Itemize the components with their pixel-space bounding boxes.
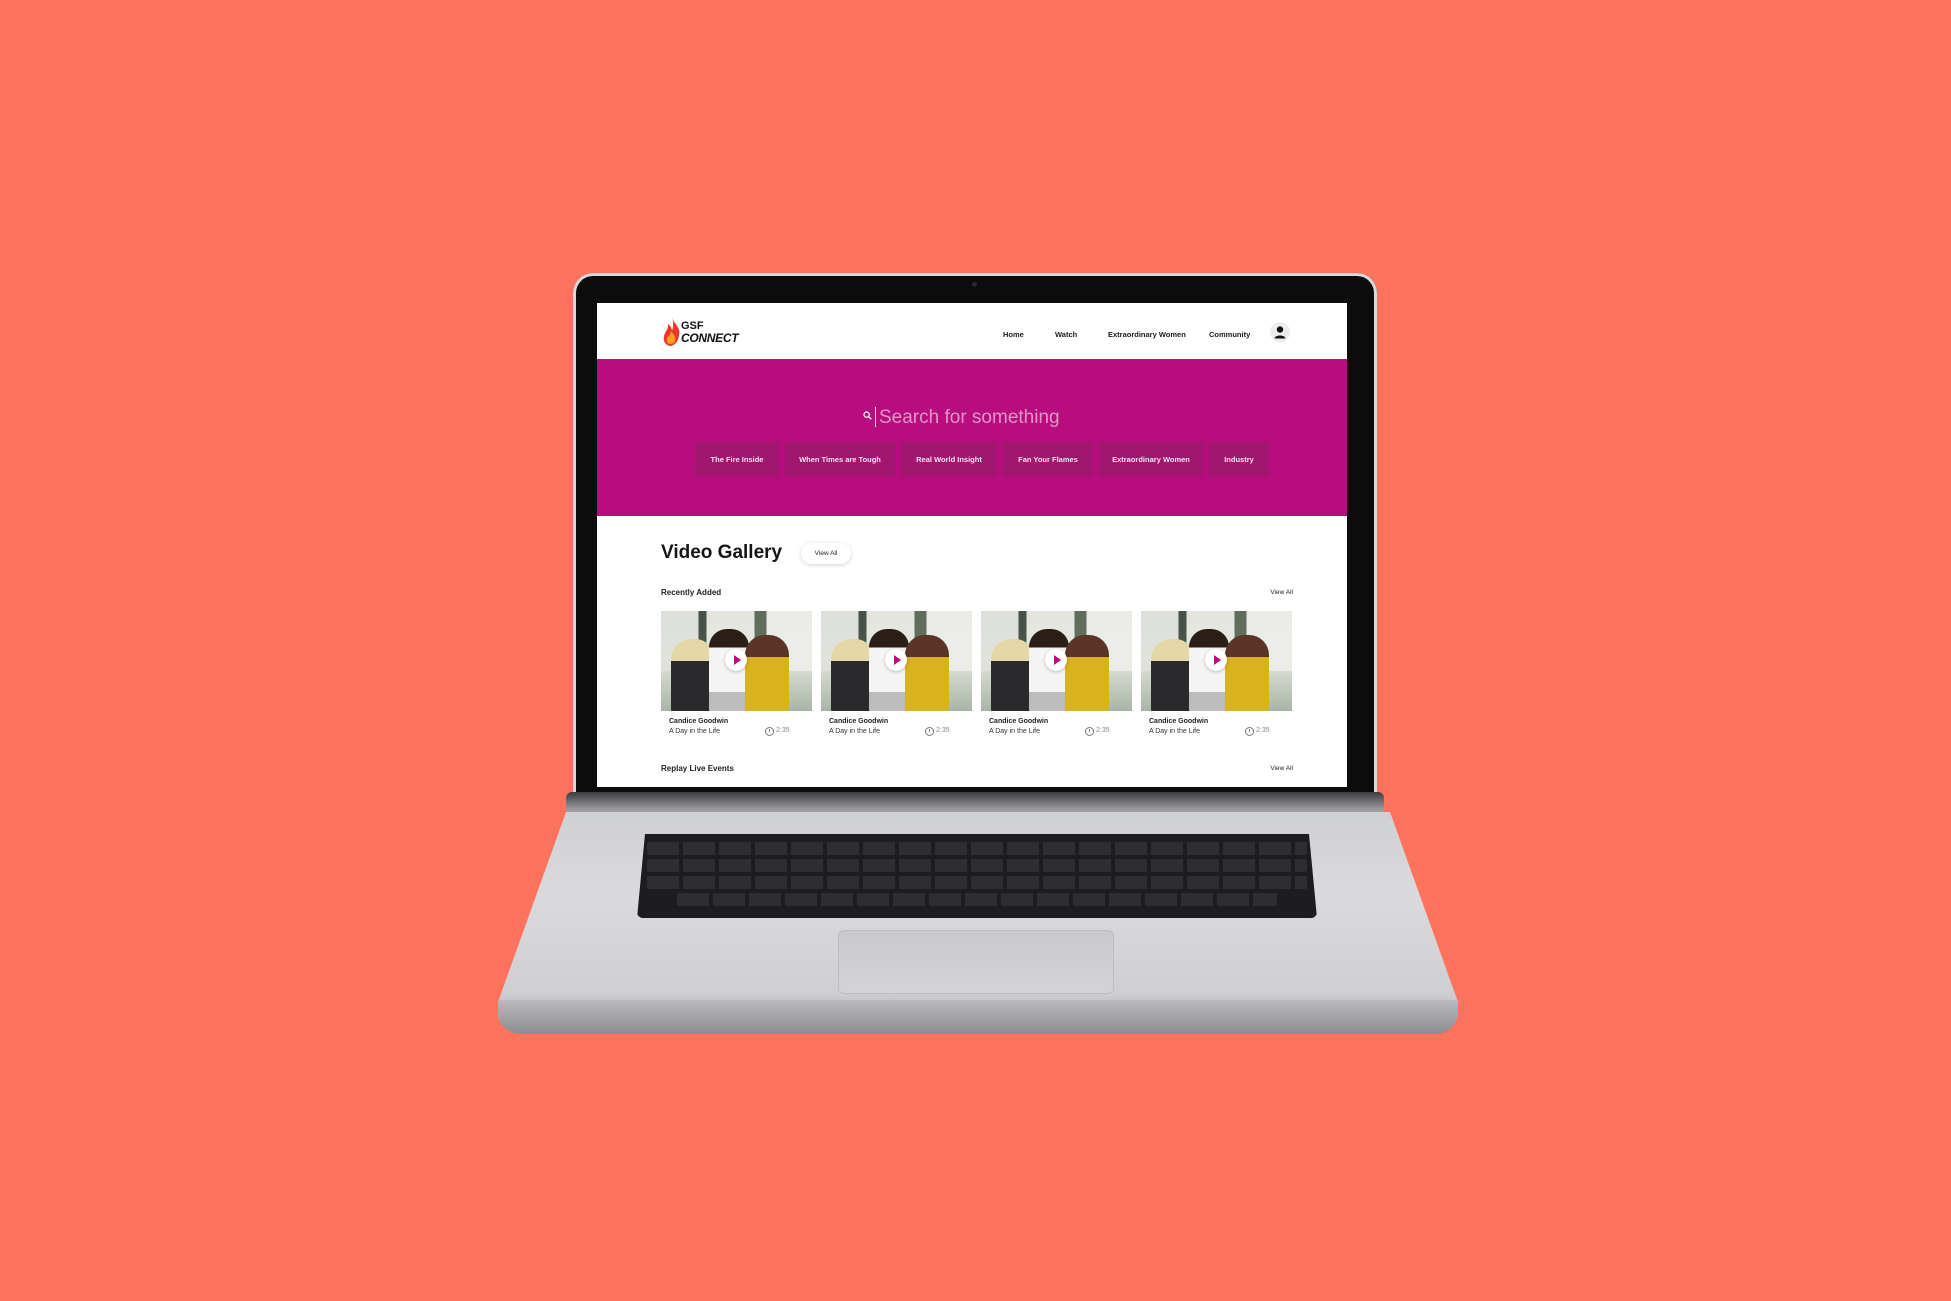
video-duration: 2:35 (1256, 727, 1270, 734)
clock-icon (765, 727, 774, 736)
text-cursor (875, 407, 876, 427)
play-icon[interactable] (1045, 649, 1067, 671)
clock-icon (1245, 727, 1254, 736)
video-card[interactable]: Candice Goodwin A Day in the Life 2:35 (821, 611, 972, 741)
nav-home[interactable]: Home (1003, 330, 1024, 339)
play-icon[interactable] (885, 649, 907, 671)
video-author: Candice Goodwin (829, 718, 889, 725)
chip-the-fire-inside[interactable]: The Fire Inside (695, 442, 779, 476)
user-icon (1274, 326, 1286, 339)
clock-icon (925, 727, 934, 736)
touchpad (838, 930, 1114, 994)
recently-added-view-all[interactable]: View All (1270, 589, 1293, 596)
video-title: A Day in the Life (989, 728, 1040, 735)
site-header: GSF CONNECT Home Watch Extraordinary Wom… (597, 303, 1347, 359)
webcam (972, 282, 977, 287)
site-logo[interactable]: GSF CONNECT (661, 317, 751, 347)
video-card[interactable]: Candice Goodwin A Day in the Life 2:35 (981, 611, 1132, 741)
video-duration: 2:35 (776, 727, 790, 734)
video-title: A Day in the Life (669, 728, 720, 735)
play-icon[interactable] (1205, 649, 1227, 671)
video-thumbnail[interactable] (981, 611, 1132, 711)
video-title: A Day in the Life (829, 728, 880, 735)
chip-industry[interactable]: Industry (1209, 442, 1269, 476)
video-thumbnail[interactable] (661, 611, 812, 711)
video-thumbnail[interactable] (821, 611, 972, 711)
video-gallery: Video Gallery View All Recently Added Vi… (597, 516, 1347, 787)
replay-live-events-view-all[interactable]: View All (1270, 765, 1293, 772)
clock-icon (1085, 727, 1094, 736)
search-icon (863, 411, 872, 420)
video-card[interactable]: Candice Goodwin A Day in the Life 2:35 (1141, 611, 1292, 741)
chip-fan-your-flames[interactable]: Fan Your Flames (1003, 442, 1093, 476)
search-hero: Search for something The Fire Inside Whe… (597, 359, 1347, 516)
gallery-view-all-button[interactable]: View All (801, 543, 851, 564)
account-button[interactable] (1270, 322, 1290, 342)
logo-text-connect: CONNECT (681, 331, 739, 345)
laptop-screen: GSF CONNECT Home Watch Extraordinary Wom… (597, 303, 1347, 787)
flame-icon (663, 318, 680, 346)
nav-extraordinary-women[interactable]: Extraordinary Women (1108, 330, 1186, 339)
video-duration: 2:35 (936, 727, 950, 734)
laptop-mockup: GSF CONNECT Home Watch Extraordinary Wom… (0, 0, 1951, 1301)
category-chips: The Fire Inside When Times are Tough Rea… (695, 442, 1269, 476)
replay-live-events-label: Replay Live Events (661, 764, 734, 773)
recently-added-label: Recently Added (661, 588, 722, 597)
nav-community[interactable]: Community (1209, 330, 1250, 339)
video-duration: 2:35 (1096, 727, 1110, 734)
video-card[interactable]: Candice Goodwin A Day in the Life 2:35 (661, 611, 812, 741)
search-bar[interactable]: Search for something (863, 403, 1103, 429)
video-author: Candice Goodwin (1149, 718, 1209, 725)
video-title: A Day in the Life (1149, 728, 1200, 735)
chip-real-world-insight[interactable]: Real World Insight (901, 442, 997, 476)
laptop-base-edge (498, 1000, 1458, 1034)
search-placeholder[interactable]: Search for something (879, 407, 1060, 429)
keyboard (637, 834, 1317, 918)
video-author: Candice Goodwin (989, 718, 1049, 725)
gallery-title: Video Gallery (661, 542, 783, 563)
chip-extraordinary-women[interactable]: Extraordinary Women (1099, 442, 1203, 476)
nav-watch[interactable]: Watch (1055, 330, 1077, 339)
play-icon[interactable] (725, 649, 747, 671)
video-thumbnail[interactable] (1141, 611, 1292, 711)
chip-when-times-are-tough[interactable]: When Times are Tough (785, 442, 895, 476)
video-author: Candice Goodwin (669, 718, 729, 725)
